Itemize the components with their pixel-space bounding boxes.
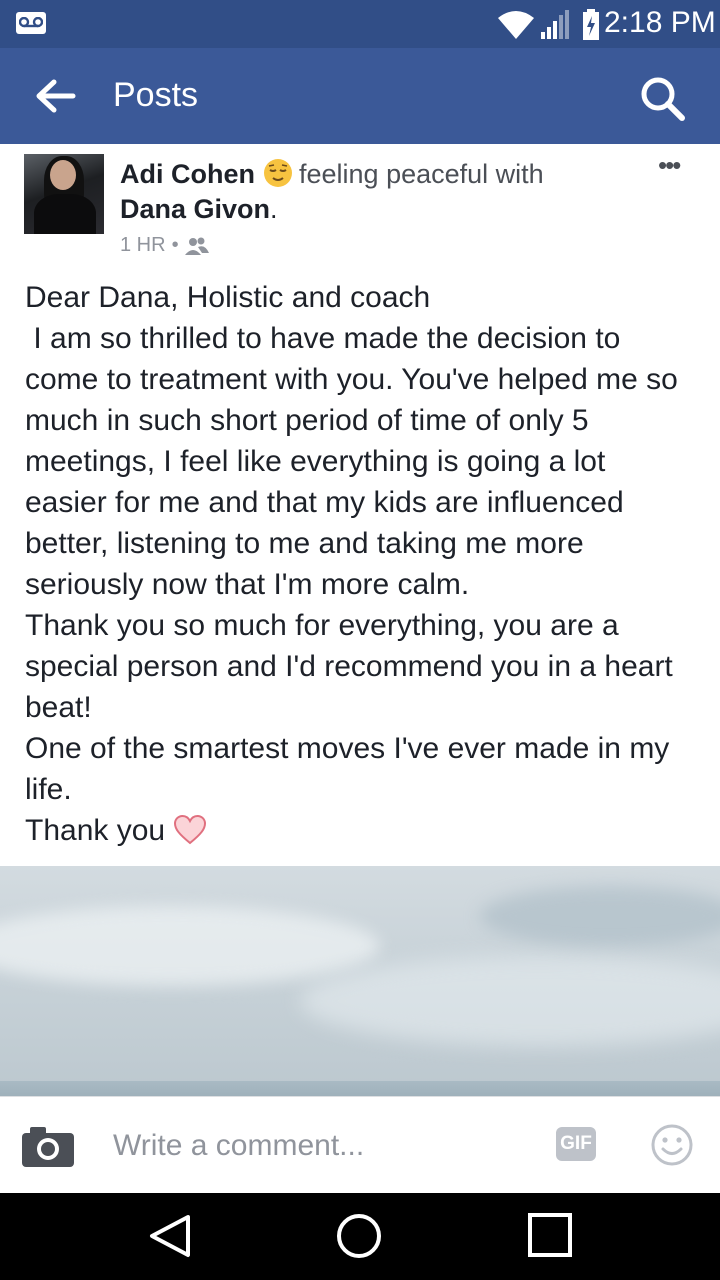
- camera-icon[interactable]: [22, 1127, 74, 1167]
- post-time[interactable]: 1 HR: [120, 234, 166, 257]
- tagged-name[interactable]: Dana Givon: [120, 194, 270, 224]
- voicemail-icon: [16, 12, 46, 34]
- comment-bar: Write a comment... GIF: [0, 1096, 720, 1194]
- avatar[interactable]: [24, 154, 104, 234]
- post-body: Dear Dana, Holistic and coach I am so th…: [25, 277, 695, 851]
- back-triangle-icon[interactable]: [148, 1213, 192, 1259]
- recents-square-icon[interactable]: [528, 1213, 572, 1257]
- navigation-bar: [0, 1193, 720, 1280]
- arrow-left-icon[interactable]: [34, 78, 76, 114]
- page-title: Posts: [113, 76, 199, 114]
- search-icon[interactable]: [640, 76, 686, 122]
- post-closing: Thank you: [25, 814, 166, 847]
- meta-separator: •: [171, 234, 179, 256]
- status-bar: 2:18 PM: [0, 0, 720, 48]
- post-photo[interactable]: [0, 866, 720, 1096]
- smiley-icon[interactable]: [651, 1124, 693, 1166]
- post-body-text: Dear Dana, Holistic and coach I am so th…: [25, 281, 678, 806]
- gif-button[interactable]: GIF: [556, 1127, 596, 1161]
- more-dots-icon[interactable]: •••: [658, 150, 681, 181]
- wifi-icon: [498, 11, 534, 39]
- feeling-text: feeling peaceful with: [299, 159, 544, 189]
- app-bar: Posts: [0, 48, 720, 144]
- post-meta: 1 HR •: [120, 234, 209, 257]
- post-header: Adi Cohen feeling peaceful with: [120, 158, 544, 190]
- tagged-line: Dana Givon.: [120, 194, 278, 225]
- comment-input[interactable]: Write a comment...: [113, 1129, 364, 1163]
- battery-charging-icon: [583, 9, 599, 40]
- heart-icon: [174, 814, 207, 845]
- tagged-suffix: .: [270, 194, 278, 224]
- signal-icon: [541, 10, 569, 39]
- author-name[interactable]: Adi Cohen: [120, 159, 255, 189]
- home-circle-icon[interactable]: [336, 1213, 382, 1259]
- status-time: 2:18 PM: [604, 6, 716, 39]
- relieved-face-emoji: [264, 159, 292, 187]
- friends-icon: [184, 237, 209, 255]
